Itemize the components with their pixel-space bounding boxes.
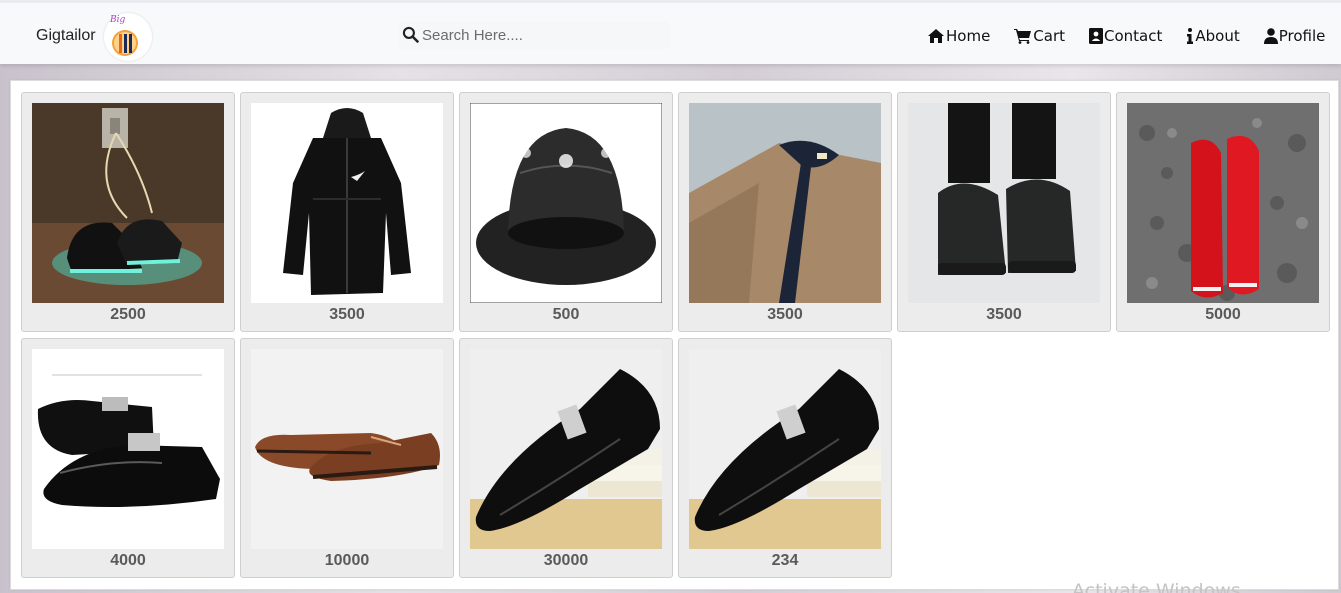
home-icon <box>928 29 944 43</box>
nav-cart-link[interactable]: Cart <box>1014 25 1065 47</box>
product-tile[interactable]: 30000 <box>459 338 673 578</box>
navbar: Gigtailor Big Home Cart <box>0 0 1341 64</box>
product-image <box>908 103 1100 303</box>
contact-icon <box>1089 28 1104 44</box>
product-tile[interactable]: 10000 <box>240 338 454 578</box>
search-input[interactable] <box>422 23 662 47</box>
product-tile[interactable]: 3500 <box>897 92 1111 332</box>
product-price: 3500 <box>986 306 1022 323</box>
nav-contact-label: Contact <box>1104 27 1163 45</box>
product-image <box>251 349 443 549</box>
product-card: 2500 3500 500 3500 3500 5000 4000 10000 … <box>10 80 1339 590</box>
product-tile[interactable]: 2500 <box>21 92 235 332</box>
product-price: 5000 <box>1205 306 1241 323</box>
product-tile[interactable]: 3500 <box>240 92 454 332</box>
product-image <box>32 349 224 549</box>
product-tile[interactable]: 500 <box>459 92 673 332</box>
product-image <box>689 349 881 549</box>
nav-profile-link[interactable]: Profile <box>1263 25 1326 47</box>
info-icon <box>1187 28 1194 44</box>
product-image <box>251 103 443 303</box>
product-price: 3500 <box>329 306 365 323</box>
product-image <box>470 349 662 549</box>
search-bar <box>398 21 670 49</box>
nav-about-label: About <box>1195 27 1240 45</box>
nav-about-link[interactable]: About <box>1186 25 1240 47</box>
product-tile[interactable]: 234 <box>678 338 892 578</box>
windows-activation-watermark: Activate Windows <box>1072 580 1241 593</box>
brand-logo[interactable]: Big <box>104 13 152 61</box>
logo-text: Big <box>110 15 126 25</box>
nav-links: Home Cart Contact About Profile <box>927 25 1325 47</box>
product-tile[interactable]: 4000 <box>21 338 235 578</box>
nav-cart-label: Cart <box>1033 27 1066 45</box>
nav-contact-link[interactable]: Contact <box>1089 25 1162 47</box>
product-price: 4000 <box>110 552 146 569</box>
brand-name[interactable]: Gigtailor <box>36 27 96 45</box>
cart-icon <box>1014 29 1032 44</box>
nav-home-link[interactable]: Home <box>927 25 990 47</box>
product-price: 3500 <box>767 306 803 323</box>
nav-home-label: Home <box>946 27 991 45</box>
product-price: 500 <box>552 306 580 323</box>
search-icon[interactable] <box>402 26 419 43</box>
user-icon <box>1263 28 1278 44</box>
product-image <box>1127 103 1319 303</box>
product-tile[interactable]: 3500 <box>678 92 892 332</box>
product-tile[interactable]: 5000 <box>1116 92 1330 332</box>
product-price: 10000 <box>324 552 370 569</box>
product-price: 2500 <box>110 306 146 323</box>
product-image <box>689 103 881 303</box>
product-price: 30000 <box>543 552 589 569</box>
product-image <box>32 103 224 303</box>
nav-profile-label: Profile <box>1278 27 1326 45</box>
product-price: 234 <box>771 552 799 569</box>
product-image <box>470 103 662 303</box>
